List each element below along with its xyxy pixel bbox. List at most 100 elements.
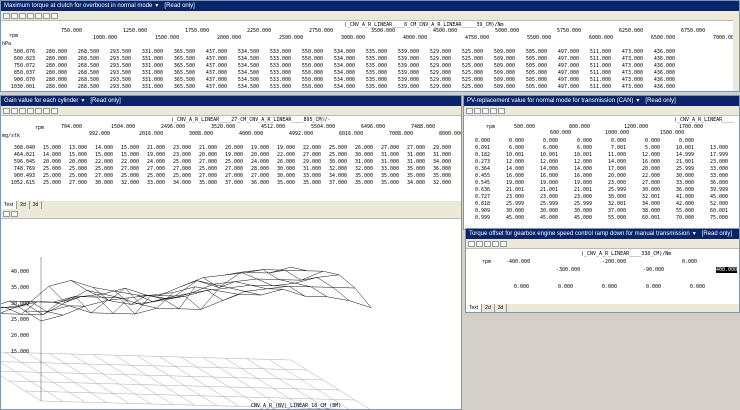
table-cell[interactable]: 20.000: [191, 151, 217, 158]
table-cell[interactable]: 511.000: [579, 76, 611, 83]
table-cell[interactable]: 25.000: [61, 172, 87, 179]
table-cell[interactable]: 365.500: [163, 76, 195, 83]
table-cell[interactable]: 15.000: [35, 144, 61, 151]
table-cell[interactable]: 15.000: [61, 151, 87, 158]
tab-3d[interactable]: 3d: [495, 304, 508, 312]
table-cell[interactable]: 30.000: [626, 186, 660, 193]
table-cell[interactable]: 534.000: [323, 69, 355, 76]
table-cell[interactable]: 511.000: [579, 83, 611, 90]
value-cell[interactable]: 0.000: [558, 284, 573, 290]
tab-2d[interactable]: 2d: [482, 304, 495, 312]
table-cell[interactable]: 37.000: [217, 179, 243, 186]
chevron-down-icon[interactable]: ▾: [636, 98, 639, 104]
table-cell[interactable]: 33.000: [660, 179, 694, 186]
table-cell[interactable]: 75.000: [694, 214, 728, 221]
toolbar-chart-icon[interactable]: [51, 107, 58, 114]
table-cell[interactable]: 25.000: [191, 165, 217, 172]
table-cell[interactable]: 28.000: [243, 165, 269, 172]
toolbar-paste-icon[interactable]: [11, 107, 18, 114]
table-cell[interactable]: 293.500: [99, 83, 131, 90]
table-cell[interactable]: 14.000: [87, 144, 113, 151]
table-cell[interactable]: 34.000: [425, 158, 451, 165]
table-cell[interactable]: 0.000: [524, 137, 558, 144]
table-cell[interactable]: 505.000: [515, 62, 547, 69]
table-cell[interactable]: 6.000: [524, 144, 558, 151]
chevron-down-icon[interactable]: ▾: [81, 98, 84, 104]
table-cell[interactable]: 550.000: [291, 83, 323, 90]
table-cell[interactable]: 25.999: [660, 165, 694, 172]
table-cell[interactable]: 19.000: [490, 179, 524, 186]
table-cell[interactable]: 12.000: [558, 158, 592, 165]
table-cell[interactable]: 539.000: [387, 69, 419, 76]
table-cell[interactable]: 533.000: [259, 83, 291, 90]
table-cell[interactable]: 550.000: [291, 48, 323, 55]
table-cell[interactable]: 437.000: [195, 76, 227, 83]
table-cell[interactable]: 16.000: [490, 172, 524, 179]
table-cell[interactable]: 0.000: [490, 137, 524, 144]
chevron-down-icon[interactable]: ▾: [693, 231, 696, 237]
table-cell[interactable]: 35.000: [399, 165, 425, 172]
table-cell[interactable]: 35.000: [295, 179, 321, 186]
table-cell[interactable]: 37.000: [592, 207, 626, 214]
table-cell[interactable]: 20.000: [61, 158, 87, 165]
table-cell[interactable]: 534.000: [323, 83, 355, 90]
table-cell[interactable]: 436.000: [643, 83, 675, 90]
table-cell[interactable]: 550.000: [291, 55, 323, 62]
row-header-cell[interactable]: 600.023: [1, 55, 35, 62]
table-cell[interactable]: 533.000: [259, 76, 291, 83]
table-cell[interactable]: 30.000: [592, 193, 626, 200]
table-cell[interactable]: 24.000: [139, 158, 165, 165]
tab-text[interactable]: Text: [466, 304, 483, 312]
table-cell[interactable]: 534.000: [323, 48, 355, 55]
table-cell[interactable]: 331.000: [131, 48, 163, 55]
table-cell[interactable]: 15.000: [87, 151, 113, 158]
table-cell[interactable]: 533.000: [259, 48, 291, 55]
table-cell[interactable]: 25.000: [321, 151, 347, 158]
table-cell[interactable]: 27.000: [243, 172, 269, 179]
table-cell[interactable]: 42.000: [660, 200, 694, 207]
table-cell[interactable]: 13.000: [61, 144, 87, 151]
table-cell[interactable]: 525.000: [451, 83, 483, 90]
toolbar-copy-icon[interactable]: [468, 240, 475, 247]
toolbar-chart-icon[interactable]: [51, 12, 58, 19]
row-header-cell[interactable]: 0.364: [464, 165, 490, 172]
table-cell[interactable]: 6.000: [490, 144, 524, 151]
table-cell[interactable]: 268.500: [67, 76, 99, 83]
table-cell[interactable]: 31.000: [373, 151, 399, 158]
table-cell[interactable]: 497.000: [547, 48, 579, 55]
table-cell[interactable]: 27.000: [191, 158, 217, 165]
table-cell[interactable]: 35.000: [425, 172, 451, 179]
table-cell[interactable]: 30.000: [87, 179, 113, 186]
table-cell[interactable]: 436.000: [643, 76, 675, 83]
row-header-cell[interactable]: 0.999: [464, 214, 490, 221]
table-cell[interactable]: 473.000: [611, 55, 643, 62]
value-cell[interactable]: 0.000: [690, 284, 705, 290]
table-cell[interactable]: 35.000: [373, 172, 399, 179]
table-cell[interactable]: 534.500: [227, 83, 259, 90]
table-cell[interactable]: 535.000: [355, 48, 387, 55]
table-cell[interactable]: 6.000: [558, 144, 592, 151]
table-cell[interactable]: 14.000: [524, 165, 558, 172]
table-cell[interactable]: 525.000: [451, 55, 483, 62]
table-cell[interactable]: 437.000: [195, 62, 227, 69]
table-cell[interactable]: 331.000: [131, 55, 163, 62]
table-cell[interactable]: 22.000: [113, 158, 139, 165]
table-cell[interactable]: 20.000: [626, 165, 660, 172]
table-cell[interactable]: 505.000: [515, 83, 547, 90]
table-cell[interactable]: 16.000: [524, 172, 558, 179]
table-cell[interactable]: 280.000: [35, 48, 67, 55]
table-cell[interactable]: 35.000: [191, 179, 217, 186]
toolbar-grid-icon[interactable]: [43, 12, 50, 19]
row-header-cell[interactable]: 500.076: [1, 48, 35, 55]
table-cell[interactable]: 509.000: [483, 48, 515, 55]
toolbar-zoom-icon[interactable]: [35, 12, 42, 19]
table-cell[interactable]: 529.000: [419, 55, 451, 62]
table-cell[interactable]: 17.999: [694, 151, 728, 158]
table-cell[interactable]: 27.000: [165, 165, 191, 172]
table-cell[interactable]: 29.000: [295, 158, 321, 165]
table-cell[interactable]: 23.000: [165, 151, 191, 158]
row-header-cell[interactable]: 0.182: [464, 151, 490, 158]
table-cell[interactable]: 27.000: [139, 165, 165, 172]
table-cell[interactable]: 45.000: [694, 193, 728, 200]
table-cell[interactable]: 31.000: [373, 158, 399, 165]
